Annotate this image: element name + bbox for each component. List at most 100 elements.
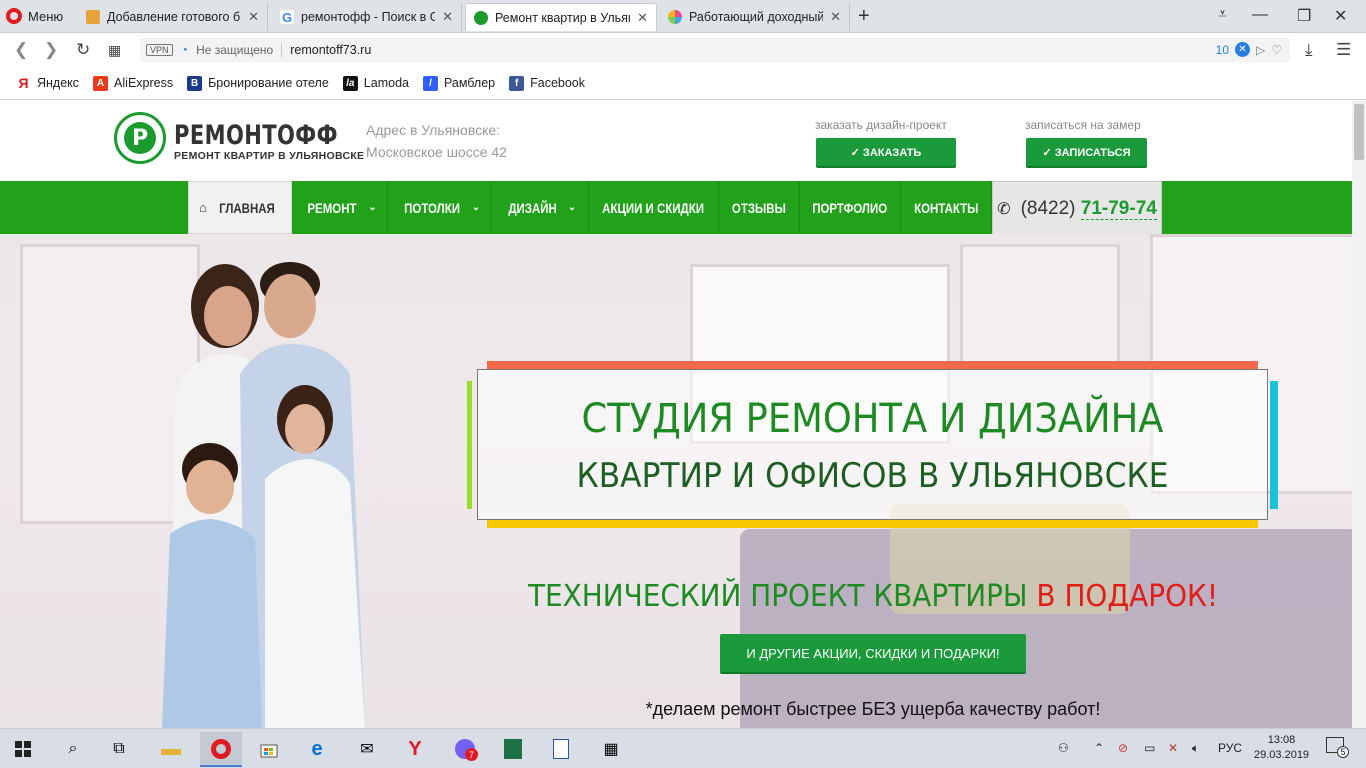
search-icon[interactable]: ⌕ xyxy=(58,734,88,764)
opera-taskbar-icon[interactable] xyxy=(200,732,242,767)
network-icon[interactable]: ✕ xyxy=(1168,741,1178,755)
tab-title: Работающий доходный б xyxy=(689,10,824,24)
measure-caption: записаться на замер xyxy=(1025,118,1141,132)
title-accent-bottom xyxy=(487,520,1258,528)
close-icon[interactable]: ✕ xyxy=(830,9,841,25)
bookmark-label: Lamoda xyxy=(363,76,409,90)
nav-remont[interactable]: РЕМОНТ ⌄ xyxy=(292,181,388,234)
phone-icon: ✆ xyxy=(997,200,1011,218)
nav-label: ГЛАВНАЯ xyxy=(219,199,275,216)
vpn-badge[interactable]: VPN xyxy=(146,44,173,56)
send-icon[interactable]: ▷ xyxy=(1256,43,1265,57)
opera-menu-button[interactable]: Меню xyxy=(6,6,63,26)
adblock-icon[interactable]: ✕ xyxy=(1235,42,1250,57)
new-tab-plus-icon[interactable]: + xyxy=(858,6,870,26)
booking-icon: B xyxy=(187,75,203,91)
window-close-icon[interactable]: ✕ xyxy=(1334,6,1347,26)
windows-start-icon[interactable] xyxy=(8,734,38,764)
chevron-down-icon: ⌄ xyxy=(368,202,377,213)
close-icon[interactable]: ✕ xyxy=(442,9,453,25)
bookmark-heart-icon[interactable]: ♡ xyxy=(1271,43,1282,57)
tab-4[interactable]: Работающий доходный б ✕ xyxy=(660,3,850,31)
logo-icon[interactable]: P xyxy=(114,112,166,164)
tab-3-active[interactable]: Ремонт квартир в Ульяно ✕ xyxy=(465,3,657,31)
nav-contacts[interactable]: КОНТАКТЫ xyxy=(901,181,992,234)
action-center-icon[interactable]: 5 xyxy=(1326,737,1349,758)
nav-ceilings[interactable]: ПОТОЛКИ ⌄ xyxy=(388,181,491,234)
nav-label: ПОТОЛКИ xyxy=(403,199,460,216)
bookmark-facebook[interactable]: f Facebook xyxy=(509,75,586,91)
tab-strip: Меню Добавление готового би ✕ G ремонтоф… xyxy=(0,0,1366,33)
bookmark-aliexpress[interactable]: A AliExpress xyxy=(93,75,174,91)
bookmark-label: Facebook xyxy=(530,76,586,90)
bookmark-label: AliExpress xyxy=(114,76,174,90)
edge-icon[interactable]: e xyxy=(302,734,332,764)
minimize-icon[interactable]: — xyxy=(1252,6,1268,24)
download-icon[interactable]: ⤓ xyxy=(1305,40,1313,60)
tab-1[interactable]: Добавление готового би ✕ xyxy=(78,3,268,31)
file-explorer-icon[interactable]: ▬ xyxy=(156,734,186,764)
bookmark-yandex[interactable]: Я Яндекс xyxy=(16,75,79,91)
phone-number[interactable]: 71-79-74 xyxy=(1080,197,1157,220)
bookmark-booking[interactable]: B Бронирование отелe xyxy=(187,75,329,91)
reload-icon[interactable]: ↻ xyxy=(76,40,90,60)
google-icon: G xyxy=(280,9,294,25)
main-nav: ⌂ ГЛАВНАЯ РЕМОНТ ⌄ ПОТОЛКИ ⌄ ДИЗАЙН ⌄ АК… xyxy=(0,181,1352,236)
store-icon[interactable] xyxy=(254,734,284,764)
excel-icon[interactable] xyxy=(498,734,528,764)
nav-label: ДИЗАЙН xyxy=(508,199,557,216)
nav-phone[interactable]: ✆ (8422) 71-79-74 xyxy=(992,181,1162,236)
order-button[interactable]: ✓ ЗАКАЗАТЬ xyxy=(816,138,956,166)
bookmark-lamoda[interactable]: la Lamoda xyxy=(342,75,409,91)
easy-setup-icon[interactable]: ☰ xyxy=(1336,40,1351,60)
tray-expand-icon[interactable]: ⌃ xyxy=(1094,741,1104,755)
mail-icon[interactable]: ✉ xyxy=(352,734,382,764)
tab-title: Ремонт квартир в Ульяно xyxy=(495,10,631,25)
security-status[interactable]: Не защищено xyxy=(196,43,273,57)
people-icon[interactable]: ⚇ xyxy=(1058,741,1069,755)
nav-reviews[interactable]: ОТЗЫВЫ xyxy=(719,181,800,234)
antivirus-icon[interactable]: ⊘ xyxy=(1118,741,1128,755)
notepad-icon[interactable] xyxy=(546,734,576,764)
tab-title: ремонтофф - Поиск в Go xyxy=(301,10,436,24)
nav-promotions[interactable]: АКЦИИ И СКИДКИ xyxy=(589,181,719,234)
close-icon[interactable]: ✕ xyxy=(248,9,259,25)
back-icon[interactable]: ❮ xyxy=(14,40,28,60)
nav-label: РЕМОНТ xyxy=(307,199,357,216)
task-view-icon[interactable]: ⧉ xyxy=(104,734,134,764)
page-scrollbar[interactable] xyxy=(1352,100,1366,728)
background-window-image xyxy=(960,244,1120,364)
yandex-icon: Я xyxy=(18,75,29,91)
clock[interactable]: 13:08 29.03.2019 xyxy=(1254,733,1309,763)
url-actions: 10 ✕ ▷ ♡ xyxy=(1216,42,1282,57)
signup-button[interactable]: ✓ ЗАПИСАТЬСЯ xyxy=(1026,138,1147,166)
restore-icon[interactable]: ❐ xyxy=(1297,6,1311,26)
url-field[interactable]: VPN ◔ Не защищено remontoff73.ru 10 ✕ ▷ … xyxy=(140,38,1290,62)
nav-design[interactable]: ДИЗАЙН ⌄ xyxy=(491,181,589,234)
site-header: P РЕМОНТОФФ РЕМОНТ КВАРТИР В УЛЬЯНОВСКЕ … xyxy=(0,100,1352,181)
promotions-button[interactable]: И ДРУГИЕ АКЦИИ, СКИДКИ И ПОДАРКИ! xyxy=(720,634,1026,672)
calculator-icon[interactable]: ▦ xyxy=(596,734,626,764)
forward-icon[interactable]: ❯ xyxy=(44,40,58,60)
quality-note: *делаем ремонт быстрее БЕЗ ущерба качест… xyxy=(645,699,1101,719)
nav-label: ПОРТФОЛИО xyxy=(812,199,888,216)
tab-2[interactable]: G ремонтофф - Поиск в Go ✕ xyxy=(272,3,462,31)
bookmark-label: Бронирование отелe xyxy=(208,76,329,90)
logo-name[interactable]: РЕМОНТОФФ xyxy=(174,120,338,151)
bookmark-rambler[interactable]: / Рамблер xyxy=(422,75,495,91)
nav-portfolio[interactable]: ПОРТФОЛИО xyxy=(800,181,901,234)
viber-badge: 7 xyxy=(465,748,478,761)
battery-icon[interactable]: ▭ xyxy=(1144,741,1155,755)
close-icon[interactable]: ✕ xyxy=(637,10,648,26)
viber-icon[interactable]: 7 xyxy=(450,734,480,764)
speed-dial-icon[interactable]: ▦ xyxy=(108,42,121,59)
nav-home[interactable]: ⌂ ГЛАВНАЯ xyxy=(188,181,292,234)
language-indicator[interactable]: РУС xyxy=(1218,741,1242,755)
scrollbar-thumb[interactable] xyxy=(1354,104,1364,160)
family-photo xyxy=(162,262,365,728)
volume-icon[interactable]: 🔈︎ xyxy=(1192,741,1199,756)
yandex-browser-icon[interactable]: Y xyxy=(400,734,430,764)
tab-menu-icon[interactable]: ⩡ xyxy=(1218,6,1227,24)
url-text[interactable]: remontoff73.ru xyxy=(290,43,371,57)
hero-banner: СТУДИЯ РЕМОНТА И ДИЗАЙНА КВАРТИР И ОФИСО… xyxy=(0,234,1352,728)
